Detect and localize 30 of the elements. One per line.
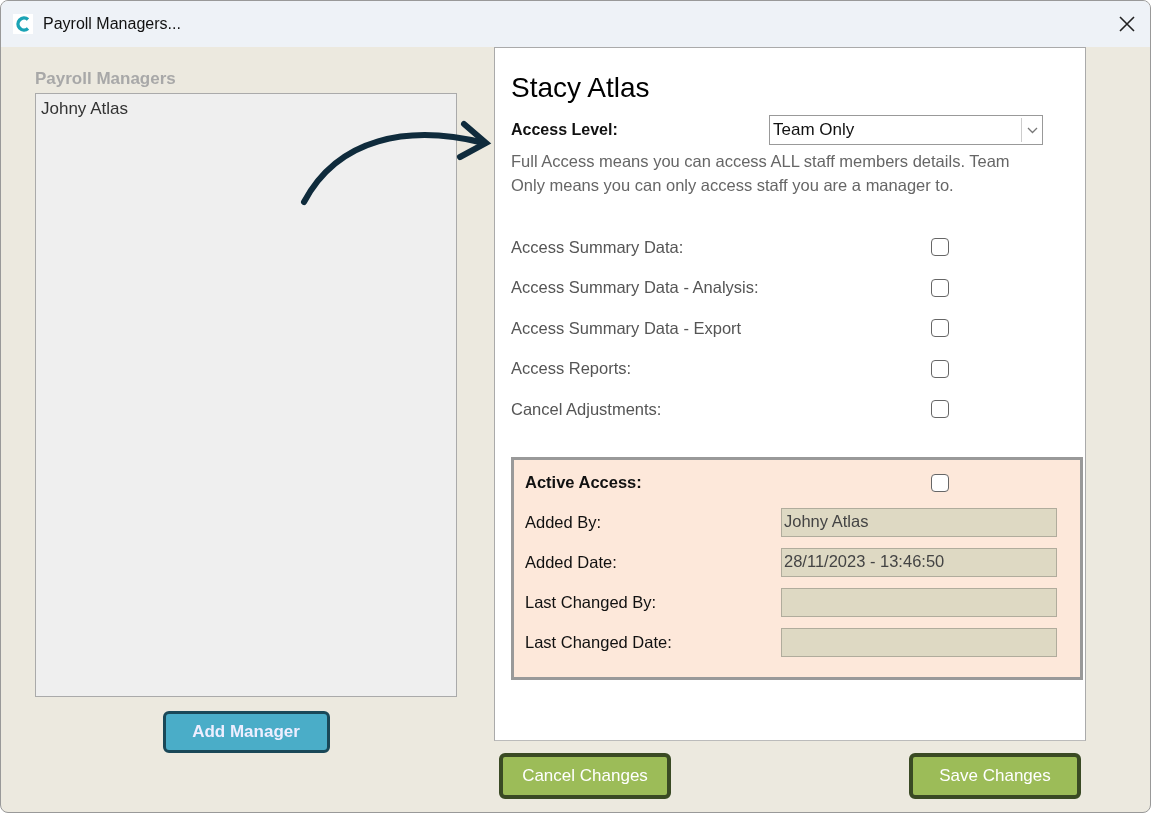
checkbox[interactable]: [931, 319, 949, 338]
permission-label: Access Reports:: [511, 359, 633, 379]
field-label: Added By:: [525, 513, 603, 532]
checkbox[interactable]: [931, 400, 949, 419]
list-item[interactable]: Johny Atlas: [40, 97, 452, 121]
manager-name: Stacy Atlas: [511, 71, 651, 105]
permission-label: Access Summary Data:: [511, 237, 685, 257]
permission-label: Cancel Adjustments:: [511, 399, 663, 419]
field-label: Last Changed By:: [525, 593, 658, 612]
read-only-field: 28/11/2023 - 13:46:50: [781, 548, 1057, 577]
chevron-down-icon: [1026, 126, 1038, 134]
checkbox[interactable]: [931, 473, 949, 492]
window-title: Payroll Managers...: [43, 15, 181, 33]
list-heading: Payroll Managers: [35, 69, 177, 90]
save-changes-button[interactable]: Save Changes: [909, 753, 1081, 799]
field-label: Last Changed Date:: [525, 633, 673, 652]
cancel-changes-button[interactable]: Cancel Changes: [499, 753, 671, 799]
permission-label: Access Summary Data - Analysis:: [511, 278, 760, 298]
add-manager-button[interactable]: Add Manager: [162, 711, 330, 753]
access-level-dropdown[interactable]: Team Only: [769, 115, 1043, 145]
field-label: Access Level:: [511, 121, 619, 139]
read-only-field: Johny Atlas: [781, 508, 1057, 537]
checkbox[interactable]: [931, 238, 949, 257]
checkbox[interactable]: [931, 278, 949, 297]
app-logo-icon: [13, 14, 33, 34]
permission-label: Access Summary Data - Export: [511, 318, 743, 338]
field-label: Added Date:: [525, 553, 618, 572]
checkbox[interactable]: [931, 359, 949, 378]
field-label: Active Access:: [525, 473, 643, 492]
description-text: Full Access means you can access ALL staff members details. Team Only means you can only access staff you are a manager to.: [511, 151, 1011, 196]
